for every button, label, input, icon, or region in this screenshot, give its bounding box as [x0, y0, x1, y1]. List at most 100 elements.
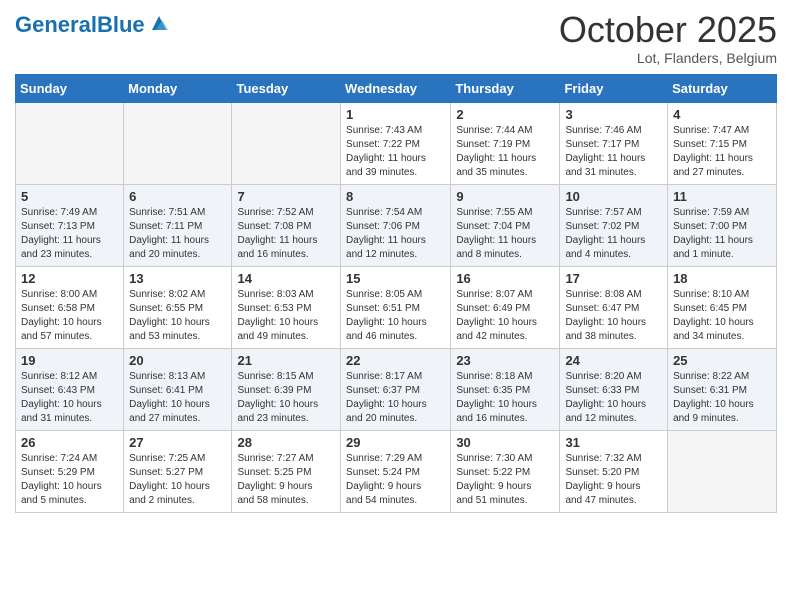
- day-number: 28: [237, 435, 335, 450]
- day-number: 13: [129, 271, 226, 286]
- calendar-day-cell: 3 Sunrise: 7:46 AM Sunset: 7:17 PM Daylig…: [560, 102, 668, 184]
- calendar-day-cell: 20Sunrise: 8:13 AM Sunset: 6:41 PM Dayli…: [124, 348, 232, 430]
- day-info: Sunrise: 7:57 AM Sunset: 7:02 PM Dayligh…: [565, 206, 662, 262]
- calendar-day-cell: 27 Sunrise: 7:25 AM Sunset: 5:27 PM Dayli…: [124, 430, 232, 512]
- day-info: Sunrise: 7:30 AM Sunset: 5:22 PM Dayligh…: [456, 452, 554, 508]
- day-info: Sunrise: 7:49 AM Sunset: 7:13 PM Dayligh…: [21, 206, 118, 262]
- day-number: 26: [21, 435, 118, 450]
- day-info: Sunrise: 7:29 AM Sunset: 5:24 PM Dayligh…: [346, 452, 445, 508]
- day-info: Sunrise: 8:15 AM Sunset: 6:39 PM Dayligh…: [237, 370, 335, 426]
- calendar-day-cell: [124, 102, 232, 184]
- day-info: Sunrise: 8:12 AM Sunset: 6:43 PM Dayligh…: [21, 370, 118, 426]
- col-thursday: Thursday: [451, 74, 560, 102]
- day-info: Sunrise: 7:25 AM Sunset: 5:27 PM Dayligh…: [129, 452, 226, 508]
- col-wednesday: Wednesday: [341, 74, 451, 102]
- day-number: 21: [237, 353, 335, 368]
- calendar-day-cell: [668, 430, 777, 512]
- day-number: 30: [456, 435, 554, 450]
- calendar-week-row: 19 Sunrise: 8:12 AM Sunset: 6:43 PM Dayli…: [16, 348, 777, 430]
- month-title: October 2025: [559, 10, 777, 50]
- day-number: 11: [673, 189, 771, 204]
- calendar-day-cell: 9Sunrise: 7:55 AM Sunset: 7:04 PM Daylig…: [451, 184, 560, 266]
- day-info: Sunrise: 8:02 AM Sunset: 6:55 PM Dayligh…: [129, 288, 226, 344]
- col-saturday: Saturday: [668, 74, 777, 102]
- calendar-day-cell: 19 Sunrise: 8:12 AM Sunset: 6:43 PM Dayli…: [16, 348, 124, 430]
- logo-general: General: [15, 12, 97, 37]
- day-number: 25: [673, 353, 771, 368]
- calendar-day-cell: 25 Sunrise: 8:22 AM Sunset: 6:31 PM Dayli…: [668, 348, 777, 430]
- day-number: 16: [456, 271, 554, 286]
- day-number: 18: [673, 271, 771, 286]
- day-info: Sunrise: 7:32 AM Sunset: 5:20 PM Dayligh…: [565, 452, 662, 508]
- calendar-week-row: 5Sunrise: 7:49 AM Sunset: 7:13 PM Daylig…: [16, 184, 777, 266]
- day-info: Sunrise: 7:27 AM Sunset: 5:25 PM Dayligh…: [237, 452, 335, 508]
- day-info: Sunrise: 8:22 AM Sunset: 6:31 PM Dayligh…: [673, 370, 771, 426]
- day-info: Sunrise: 8:13 AM Sunset: 6:41 PM Dayligh…: [129, 370, 226, 426]
- calendar-day-cell: 18Sunrise: 8:10 AM Sunset: 6:45 PM Dayli…: [668, 266, 777, 348]
- logo-icon: [148, 12, 170, 34]
- day-info: Sunrise: 8:05 AM Sunset: 6:51 PM Dayligh…: [346, 288, 445, 344]
- calendar-day-cell: 8 Sunrise: 7:54 AM Sunset: 7:06 PM Daylig…: [341, 184, 451, 266]
- day-info: Sunrise: 8:03 AM Sunset: 6:53 PM Dayligh…: [237, 288, 335, 344]
- calendar-week-row: 1 Sunrise: 7:43 AM Sunset: 7:22 PM Daylig…: [16, 102, 777, 184]
- day-info: Sunrise: 8:07 AM Sunset: 6:49 PM Dayligh…: [456, 288, 554, 344]
- calendar-day-cell: 29 Sunrise: 7:29 AM Sunset: 5:24 PM Dayli…: [341, 430, 451, 512]
- calendar-day-cell: 15Sunrise: 8:05 AM Sunset: 6:51 PM Dayli…: [341, 266, 451, 348]
- day-number: 27: [129, 435, 226, 450]
- day-info: Sunrise: 7:44 AM Sunset: 7:19 PM Dayligh…: [456, 124, 554, 180]
- calendar-day-cell: 10Sunrise: 7:57 AM Sunset: 7:02 PM Dayli…: [560, 184, 668, 266]
- calendar-day-cell: 16 Sunrise: 8:07 AM Sunset: 6:49 PM Dayli…: [451, 266, 560, 348]
- calendar-day-cell: 17Sunrise: 8:08 AM Sunset: 6:47 PM Dayli…: [560, 266, 668, 348]
- day-number: 19: [21, 353, 118, 368]
- calendar-day-cell: 13 Sunrise: 8:02 AM Sunset: 6:55 PM Dayli…: [124, 266, 232, 348]
- day-info: Sunrise: 7:24 AM Sunset: 5:29 PM Dayligh…: [21, 452, 118, 508]
- calendar-day-cell: 2 Sunrise: 7:44 AM Sunset: 7:19 PM Daylig…: [451, 102, 560, 184]
- calendar-day-cell: 26 Sunrise: 7:24 AM Sunset: 5:29 PM Dayli…: [16, 430, 124, 512]
- page-header: GeneralBlue October 2025 Lot, Flanders, …: [15, 10, 777, 66]
- day-info: Sunrise: 8:17 AM Sunset: 6:37 PM Dayligh…: [346, 370, 445, 426]
- day-number: 9: [456, 189, 554, 204]
- day-number: 22: [346, 353, 445, 368]
- day-number: 1: [346, 107, 445, 122]
- calendar-week-row: 26 Sunrise: 7:24 AM Sunset: 5:29 PM Dayli…: [16, 430, 777, 512]
- day-info: Sunrise: 7:54 AM Sunset: 7:06 PM Dayligh…: [346, 206, 445, 262]
- day-number: 24: [565, 353, 662, 368]
- calendar-week-row: 12 Sunrise: 8:00 AM Sunset: 6:58 PM Dayli…: [16, 266, 777, 348]
- day-info: Sunrise: 8:18 AM Sunset: 6:35 PM Dayligh…: [456, 370, 554, 426]
- day-info: Sunrise: 7:47 AM Sunset: 7:15 PM Dayligh…: [673, 124, 771, 180]
- day-number: 2: [456, 107, 554, 122]
- day-info: Sunrise: 7:51 AM Sunset: 7:11 PM Dayligh…: [129, 206, 226, 262]
- day-info: Sunrise: 7:46 AM Sunset: 7:17 PM Dayligh…: [565, 124, 662, 180]
- day-number: 7: [237, 189, 335, 204]
- calendar-day-cell: 24 Sunrise: 8:20 AM Sunset: 6:33 PM Dayli…: [560, 348, 668, 430]
- day-info: Sunrise: 8:08 AM Sunset: 6:47 PM Dayligh…: [565, 288, 662, 344]
- day-number: 23: [456, 353, 554, 368]
- day-number: 4: [673, 107, 771, 122]
- day-number: 12: [21, 271, 118, 286]
- day-number: 3: [565, 107, 662, 122]
- title-section: October 2025 Lot, Flanders, Belgium: [559, 10, 777, 66]
- day-info: Sunrise: 7:43 AM Sunset: 7:22 PM Dayligh…: [346, 124, 445, 180]
- calendar-day-cell: 22 Sunrise: 8:17 AM Sunset: 6:37 PM Dayli…: [341, 348, 451, 430]
- day-number: 29: [346, 435, 445, 450]
- logo-blue: Blue: [97, 12, 145, 37]
- day-number: 8: [346, 189, 445, 204]
- calendar-day-cell: 31 Sunrise: 7:32 AM Sunset: 5:20 PM Dayli…: [560, 430, 668, 512]
- calendar-day-cell: 1 Sunrise: 7:43 AM Sunset: 7:22 PM Daylig…: [341, 102, 451, 184]
- calendar-day-cell: 4 Sunrise: 7:47 AM Sunset: 7:15 PM Daylig…: [668, 102, 777, 184]
- calendar-header-row: Sunday Monday Tuesday Wednesday Thursday…: [16, 74, 777, 102]
- calendar: Sunday Monday Tuesday Wednesday Thursday…: [15, 74, 777, 513]
- calendar-day-cell: 23 Sunrise: 8:18 AM Sunset: 6:35 PM Dayli…: [451, 348, 560, 430]
- calendar-day-cell: 7Sunrise: 7:52 AM Sunset: 7:08 PM Daylig…: [232, 184, 341, 266]
- calendar-day-cell: 30 Sunrise: 7:30 AM Sunset: 5:22 PM Dayli…: [451, 430, 560, 512]
- day-info: Sunrise: 8:20 AM Sunset: 6:33 PM Dayligh…: [565, 370, 662, 426]
- calendar-day-cell: 12 Sunrise: 8:00 AM Sunset: 6:58 PM Dayli…: [16, 266, 124, 348]
- calendar-day-cell: 11 Sunrise: 7:59 AM Sunset: 7:00 PM Dayli…: [668, 184, 777, 266]
- day-number: 31: [565, 435, 662, 450]
- col-tuesday: Tuesday: [232, 74, 341, 102]
- day-number: 14: [237, 271, 335, 286]
- calendar-day-cell: 14 Sunrise: 8:03 AM Sunset: 6:53 PM Dayli…: [232, 266, 341, 348]
- day-info: Sunrise: 8:00 AM Sunset: 6:58 PM Dayligh…: [21, 288, 118, 344]
- col-friday: Friday: [560, 74, 668, 102]
- day-info: Sunrise: 7:59 AM Sunset: 7:00 PM Dayligh…: [673, 206, 771, 262]
